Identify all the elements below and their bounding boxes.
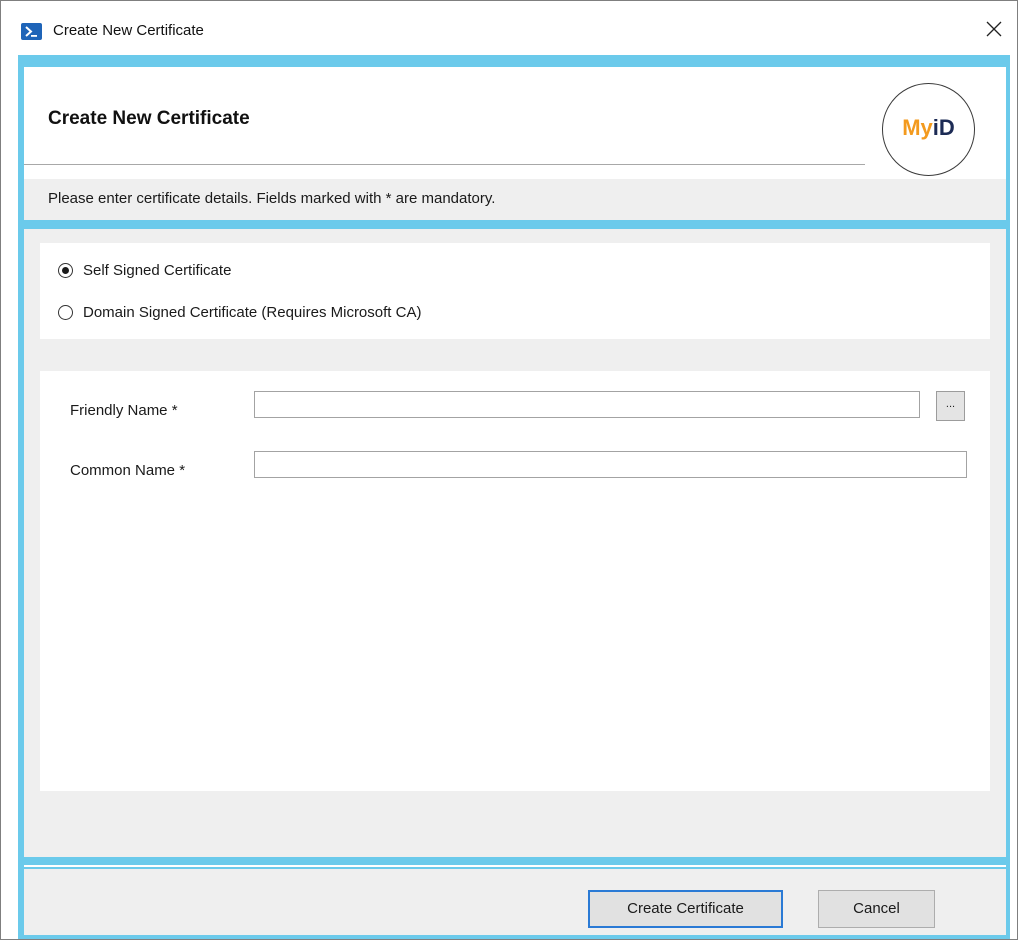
close-icon — [986, 21, 1002, 37]
body-panel: Self Signed Certificate Domain Signed Ce… — [24, 229, 1006, 857]
logo-text-id: iD — [932, 115, 955, 140]
instruction-band: Please enter certificate details. Fields… — [24, 179, 1006, 220]
footer-bar: Create Certificate Cancel — [24, 869, 1006, 935]
title-bar: Create New Certificate — [1, 1, 1017, 55]
certificate-fields: Friendly Name * ... Common Name * — [40, 371, 990, 791]
self-signed-label: Self Signed Certificate — [83, 262, 232, 279]
footer-divider — [24, 865, 1006, 867]
friendly-name-input[interactable] — [254, 391, 920, 418]
self-signed-option[interactable]: Self Signed Certificate — [58, 262, 231, 279]
common-name-input[interactable] — [254, 451, 967, 478]
page-title: Create New Certificate — [48, 108, 250, 129]
close-button[interactable] — [971, 1, 1017, 55]
common-name-label: Common Name * — [70, 462, 186, 479]
header-divider — [24, 164, 865, 165]
domain-signed-radio[interactable] — [58, 305, 73, 320]
browse-button[interactable]: ... — [936, 391, 965, 421]
cancel-button[interactable]: Cancel — [818, 890, 935, 928]
domain-signed-option[interactable]: Domain Signed Certificate (Requires Micr… — [58, 304, 421, 321]
dialog-window: Create New Certificate Create New Certif… — [0, 0, 1018, 940]
logo-text-my: My — [902, 115, 933, 140]
logo-text: MyiD — [883, 115, 974, 141]
friendly-name-label: Friendly Name * — [70, 402, 178, 419]
header-panel: Create New Certificate MyiD Please enter… — [24, 67, 1006, 220]
domain-signed-label: Domain Signed Certificate (Requires Micr… — [83, 304, 422, 321]
instruction-text: Please enter certificate details. Fields… — [48, 190, 496, 207]
certificate-type-group: Self Signed Certificate Domain Signed Ce… — [40, 243, 990, 339]
create-certificate-button[interactable]: Create Certificate — [588, 890, 783, 928]
myid-logo: MyiD — [882, 83, 975, 176]
window-title: Create New Certificate — [53, 22, 204, 39]
powershell-icon — [21, 23, 42, 40]
self-signed-radio[interactable] — [58, 263, 73, 278]
